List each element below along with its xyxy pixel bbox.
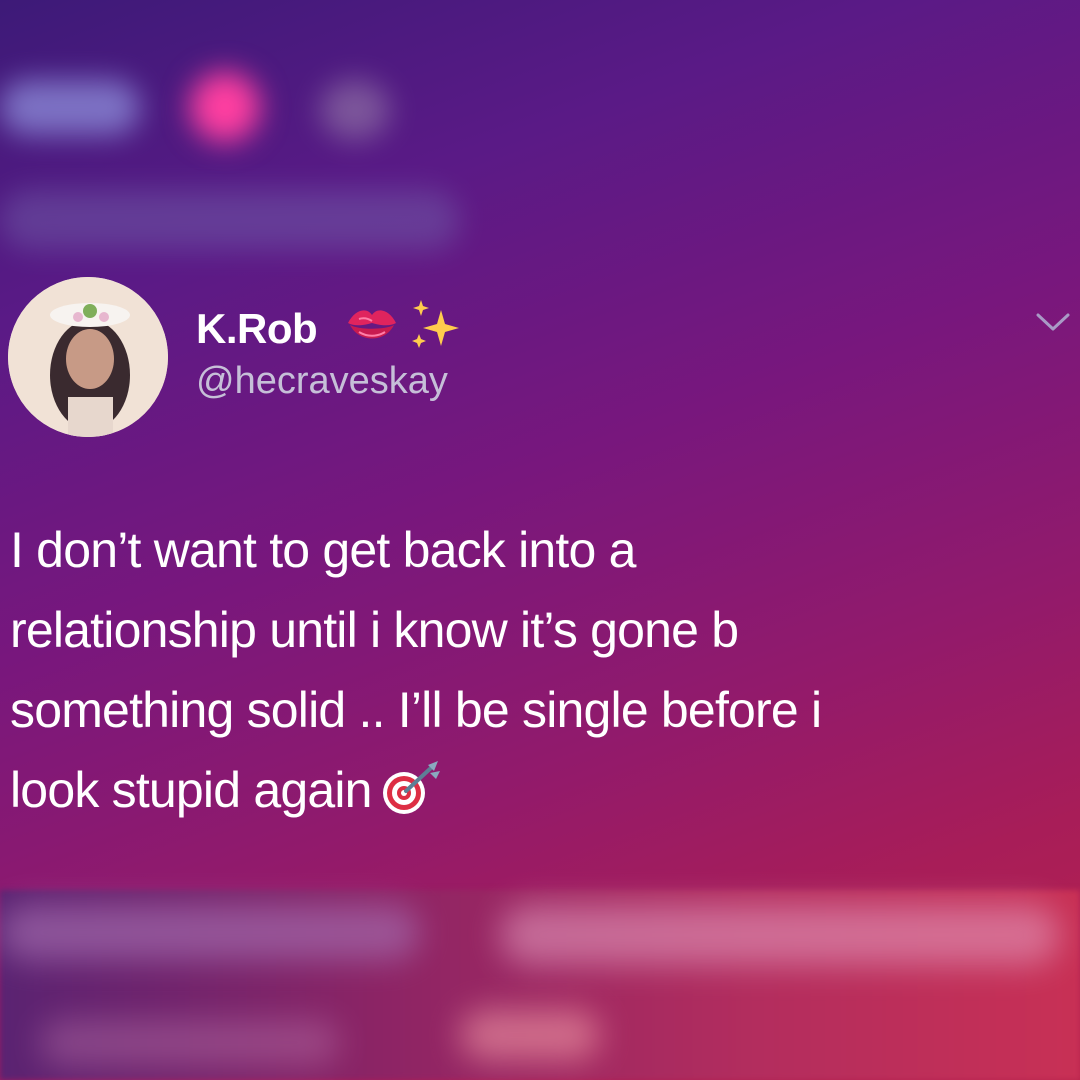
blurred-footer-element: [40, 1020, 340, 1065]
direct-hit-icon: [382, 760, 440, 814]
blurred-footer-element: [460, 1010, 600, 1060]
blurred-footer-element: [500, 905, 1060, 965]
chevron-down-icon[interactable]: [1035, 310, 1071, 334]
tweet-text-line: I don’t want to get back into a: [10, 522, 636, 578]
tweet-text-line: look stupid again: [10, 762, 372, 818]
blurred-notification-dot: [190, 72, 260, 142]
sparkles-icon: [412, 300, 459, 348]
tweet-text-line: relationship until i know it’s gone b: [10, 602, 739, 658]
profile-photo: [8, 277, 168, 437]
blurred-header-element: [0, 80, 140, 135]
avatar[interactable]: [8, 277, 168, 437]
kiss-mark-icon: [348, 310, 396, 339]
author-name[interactable]: K.Rob: [196, 305, 318, 353]
blurred-header-element: [320, 80, 390, 140]
blurred-footer-element: [0, 905, 420, 960]
tweet-text: I don’t want to get back into a relation…: [10, 510, 1075, 830]
author-handle[interactable]: @hecraveskay: [196, 360, 448, 403]
tweet-text-line: something solid .. I’ll be single before…: [10, 682, 822, 738]
blurred-header-bar: [0, 190, 460, 250]
